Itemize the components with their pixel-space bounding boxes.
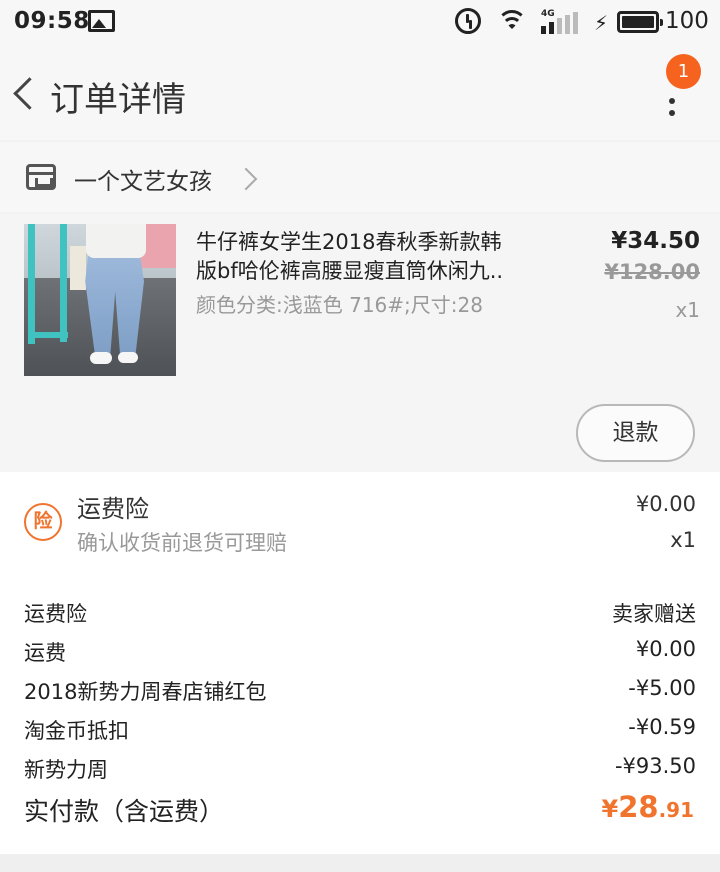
fee-value: -¥93.50 <box>614 754 696 778</box>
product-sku: 颜色分类:浅蓝色 716#;尺寸:28 <box>196 293 483 317</box>
total-label: 实付款（含运费） <box>24 797 225 826</box>
fee-row-shop-coupon: 2018新势力周春店铺红包 -¥5.00 <box>24 676 696 706</box>
app-header: 订单详情 1 <box>0 46 720 140</box>
fee-value: 卖家赠送 <box>612 602 696 626</box>
footer-divider <box>0 854 720 872</box>
product-quantity: x1 <box>675 298 700 322</box>
status-bar: 09:58 4G ⚡ 100 <box>0 0 720 46</box>
fee-row-shipping-insurance: 运费险 卖家赠送 <box>24 598 696 628</box>
total-amount: ¥28.91 <box>602 790 695 824</box>
fee-label: 新势力周 <box>24 758 108 782</box>
page-title: 订单详情 <box>50 80 186 120</box>
fee-label: 2018新势力周春店铺红包 <box>24 680 267 704</box>
total-integer: 28 <box>618 790 659 824</box>
fee-value: -¥5.00 <box>628 676 696 700</box>
alarm-icon <box>455 8 481 34</box>
fee-label: 运费 <box>24 641 66 665</box>
product-original-price: ¥128.00 <box>604 260 700 284</box>
chevron-right-icon <box>238 165 258 191</box>
fee-row-coins: 淘金币抵扣 -¥0.59 <box>24 715 696 745</box>
insurance-description: 确认收货前退货可理赔 <box>77 531 287 555</box>
fee-row-shipping: 运费 ¥0.00 <box>24 637 696 667</box>
battery-percent: 100 <box>665 8 709 34</box>
fee-value: -¥0.59 <box>628 715 696 739</box>
product-image[interactable] <box>24 224 176 376</box>
product-card[interactable]: 牛仔裤女学生2018春秋季新款韩 版bf哈伦裤高腰显瘦直筒休闲九.. 颜色分类:… <box>0 214 720 472</box>
status-time: 09:58 <box>14 8 90 34</box>
shop-row[interactable]: 一个文艺女孩 <box>0 142 720 212</box>
insurance-icon: 险 <box>24 503 62 541</box>
charging-icon: ⚡ <box>594 11 609 35</box>
order-summary: 险 运费险 确认收货前退货可理赔 ¥0.00 x1 运费险 卖家赠送 运费 ¥0… <box>0 472 720 854</box>
image-icon <box>88 10 115 32</box>
signal-icon <box>541 12 579 34</box>
product-price: ¥34.50 <box>611 228 700 254</box>
wifi-icon <box>496 8 528 36</box>
product-title-line1: 牛仔裤女学生2018春秋季新款韩 <box>196 230 502 254</box>
more-dots-icon <box>669 98 675 104</box>
refund-button[interactable]: 退款 <box>576 404 695 462</box>
fee-value: ¥0.00 <box>635 637 696 661</box>
back-icon[interactable] <box>10 74 40 114</box>
store-icon <box>26 164 56 190</box>
notification-badge: 1 <box>666 54 701 89</box>
insurance-price: ¥0.00 <box>635 492 696 516</box>
product-title-line2: 版bf哈伦裤高腰显瘦直筒休闲九.. <box>196 259 504 283</box>
shop-name: 一个文艺女孩 <box>74 169 212 195</box>
fee-row-promotion: 新势力周 -¥93.50 <box>24 754 696 784</box>
total-decimal: .91 <box>658 798 694 822</box>
total-currency: ¥ <box>601 795 619 823</box>
fee-label: 运费险 <box>24 602 87 626</box>
insurance-quantity: x1 <box>670 528 696 552</box>
product-title: 牛仔裤女学生2018春秋季新款韩 版bf哈伦裤高腰显瘦直筒休闲九.. <box>196 228 556 286</box>
more-dot <box>669 110 675 116</box>
battery-icon <box>617 11 663 33</box>
fee-label: 淘金币抵扣 <box>24 719 129 743</box>
insurance-title: 运费险 <box>77 495 149 523</box>
